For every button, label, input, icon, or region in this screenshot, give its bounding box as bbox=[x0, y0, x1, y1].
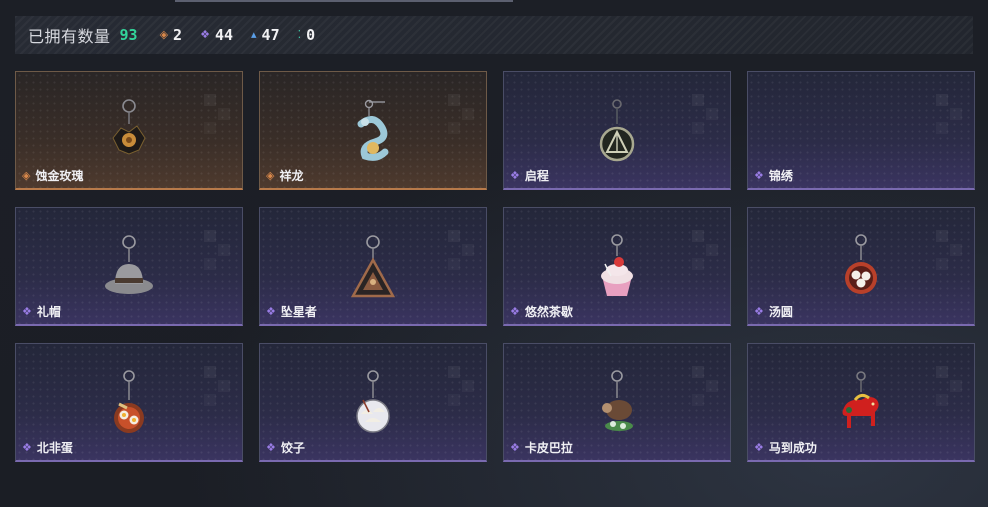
charm-name: ❖ 饺子 bbox=[266, 439, 305, 456]
charm-card-jinxiu[interactable]: ❖ 锦绣 bbox=[747, 71, 975, 190]
blue-triangle-icon: ▴ bbox=[251, 28, 257, 41]
charm-name-label: 悠然茶歇 bbox=[524, 305, 573, 319]
charm-name: ❖ 锦绣 bbox=[754, 167, 793, 184]
purple-rarity-icon: ❖ bbox=[754, 306, 764, 318]
card-decoration bbox=[204, 230, 234, 280]
charm-name-label: 锦绣 bbox=[768, 169, 793, 183]
charm-name: ❖ 启程 bbox=[510, 167, 549, 184]
rarity-count-blue: ▴ 47 bbox=[251, 26, 280, 44]
gray-hat-charm bbox=[105, 235, 153, 294]
gold-rarity-icon: ◈ bbox=[266, 170, 275, 182]
black-gold-rose-charm bbox=[112, 99, 146, 155]
charm-card-departure[interactable]: ❖ 启程 bbox=[503, 71, 731, 190]
charm-name: ◈ 蚀金玫瑰 bbox=[22, 167, 83, 184]
owned-count-label: 已拥有数量 bbox=[28, 29, 111, 46]
owned-summary-bar: 已拥有数量 93 ◈ 2 ❖ 44 ▴ 47 ⁚ 0 bbox=[15, 16, 973, 54]
rarity-count-value: 47 bbox=[261, 26, 280, 44]
charm-card-tea-break[interactable]: ❖ 悠然茶歇 bbox=[503, 207, 731, 326]
rarity-count-gold: ◈ 2 bbox=[160, 26, 183, 44]
charm-card-dragon[interactable]: ◈ 祥龙 bbox=[259, 71, 487, 190]
purple-rarity-icon: ❖ bbox=[510, 306, 520, 318]
charm-name-label: 卡皮巴拉 bbox=[524, 441, 573, 455]
charm-card-capybara[interactable]: ❖ 卡皮巴拉 bbox=[503, 343, 731, 462]
red-horse-charm bbox=[842, 371, 879, 428]
purple-rarity-icon: ❖ bbox=[754, 170, 764, 182]
gold-rarity-icon: ◈ bbox=[22, 170, 31, 182]
charm-name-label: 启程 bbox=[524, 169, 549, 183]
purple-rarity-icon: ❖ bbox=[266, 442, 276, 454]
purple-rarity-icon: ❖ bbox=[510, 170, 520, 182]
charm-grid: ◈ 蚀金玫瑰 ◈ 祥龙 ❖ 启程 ❖ 锦绣 ❖ 礼帽 ❖ 坠星者 ❖ 悠然茶歇 … bbox=[15, 71, 975, 462]
card-decoration bbox=[204, 94, 234, 144]
purple-rarity-icon: ❖ bbox=[754, 442, 764, 454]
charm-card-tangyuan[interactable]: ❖ 汤圆 bbox=[747, 207, 975, 326]
card-decoration bbox=[692, 94, 722, 144]
owned-total-count: 93 bbox=[119, 26, 138, 44]
purple-rarity-icon: ❖ bbox=[22, 306, 32, 318]
rarity-count-teal: ⁚ 0 bbox=[298, 26, 316, 44]
charm-card-star-faller[interactable]: ❖ 坠星者 bbox=[259, 207, 487, 326]
charm-name-label: 蚀金玫瑰 bbox=[35, 169, 84, 183]
charm-name: ❖ 北非蛋 bbox=[22, 439, 73, 456]
card-decoration bbox=[204, 366, 234, 416]
card-decoration bbox=[692, 366, 722, 416]
card-decoration bbox=[936, 230, 966, 280]
charm-name: ❖ 坠星者 bbox=[266, 303, 317, 320]
rarity-count-value: 44 bbox=[214, 26, 234, 44]
card-decoration bbox=[448, 230, 478, 280]
charm-name: ❖ 悠然茶歇 bbox=[510, 303, 573, 320]
dumpling-plate-charm bbox=[356, 370, 390, 433]
charm-collection-page: 已拥有数量 93 ◈ 2 ❖ 44 ▴ 47 ⁚ 0 ◈ 蚀金玫瑰 ◈ 祥龙 ❖… bbox=[0, 0, 988, 507]
charm-name: ❖ 汤圆 bbox=[754, 303, 793, 320]
rarity-count-purple: ❖ 44 bbox=[200, 26, 233, 44]
charm-card-horse-success[interactable]: ❖ 马到成功 bbox=[747, 343, 975, 462]
purple-diamond-icon: ❖ bbox=[200, 28, 210, 41]
teal-dots-icon: ⁚ bbox=[297, 28, 302, 41]
card-decoration bbox=[692, 230, 722, 280]
jade-dragon-charm bbox=[357, 99, 389, 161]
charm-card-hat[interactable]: ❖ 礼帽 bbox=[15, 207, 243, 326]
charm-name-label: 祥龙 bbox=[279, 169, 304, 183]
purple-rarity-icon: ❖ bbox=[510, 442, 520, 454]
charm-name: ◈ 祥龙 bbox=[266, 167, 303, 184]
top-divider bbox=[175, 0, 513, 2]
shakshuka-charm bbox=[114, 370, 144, 433]
charm-name-label: 汤圆 bbox=[768, 305, 793, 319]
charm-name-label: 马到成功 bbox=[768, 441, 817, 455]
star-triangle-charm bbox=[350, 235, 396, 298]
card-decoration bbox=[448, 94, 478, 144]
charm-name: ❖ 马到成功 bbox=[754, 439, 817, 456]
card-decoration bbox=[936, 94, 966, 144]
purple-rarity-icon: ❖ bbox=[266, 306, 276, 318]
charm-card-gold-rose[interactable]: ◈ 蚀金玫瑰 bbox=[15, 71, 243, 190]
rice-ball-bowl-charm bbox=[845, 234, 877, 294]
card-decoration bbox=[448, 366, 478, 416]
charm-name-label: 饺子 bbox=[280, 441, 305, 455]
triangle-ring-charm bbox=[599, 99, 635, 162]
rarity-count-value: 2 bbox=[173, 26, 183, 44]
purple-rarity-icon: ❖ bbox=[22, 442, 32, 454]
cupcake-charm bbox=[601, 234, 633, 296]
charm-name-label: 北非蛋 bbox=[36, 441, 73, 455]
charm-name: ❖ 卡皮巴拉 bbox=[510, 439, 573, 456]
charm-card-dumplings[interactable]: ❖ 饺子 bbox=[259, 343, 487, 462]
charm-card-shakshuka[interactable]: ❖ 北非蛋 bbox=[15, 343, 243, 462]
capybara-charm bbox=[602, 370, 633, 431]
rarity-count-value: 0 bbox=[306, 26, 316, 44]
orange-diamond-icon: ◈ bbox=[159, 28, 169, 41]
charm-name: ❖ 礼帽 bbox=[22, 303, 61, 320]
card-decoration bbox=[936, 366, 966, 416]
charm-name-label: 坠星者 bbox=[280, 305, 317, 319]
charm-name-label: 礼帽 bbox=[36, 305, 61, 319]
